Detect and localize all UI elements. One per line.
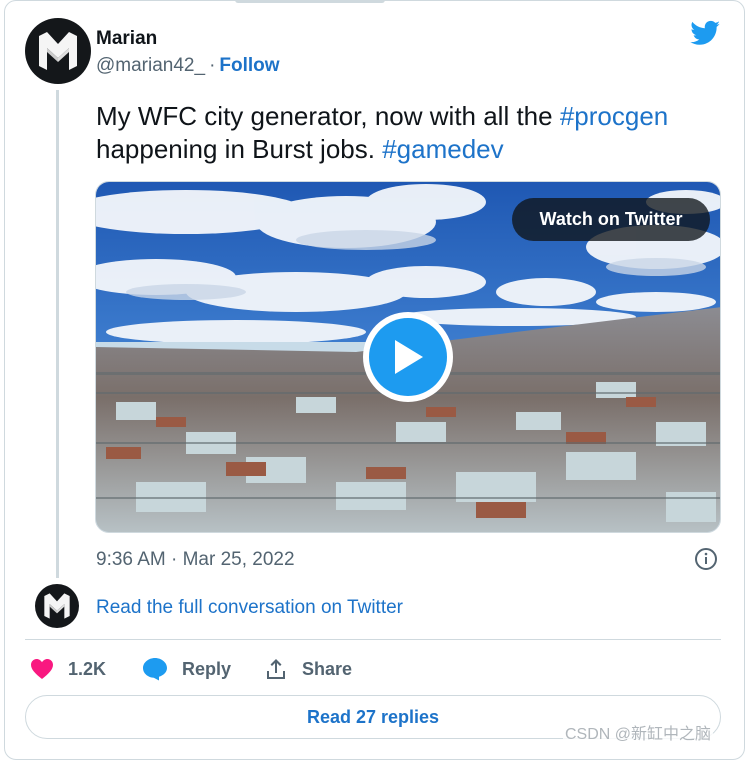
m-logo-icon — [44, 593, 70, 619]
watermark: CSDN @新缸中之脑 — [563, 720, 714, 744]
hashtag-procgen[interactable]: #procgen — [560, 101, 668, 131]
hashtag-gamedev[interactable]: #gamedev — [382, 134, 503, 164]
author-handle-row: @marian42_ · Follow — [96, 55, 280, 77]
like-button[interactable]: 1.2K — [30, 655, 106, 683]
likes-count: 1.2K — [68, 658, 107, 679]
share-button[interactable]: Share — [264, 655, 352, 683]
reply-bubble-icon — [143, 658, 167, 681]
author-avatar-small[interactable] — [35, 584, 79, 628]
m-logo-icon — [39, 32, 77, 70]
heart-icon — [31, 659, 53, 679]
play-button-inner — [369, 318, 447, 396]
read-full-conversation-link[interactable]: Read the full conversation on Twitter — [96, 597, 403, 619]
follow-button[interactable]: Follow — [219, 55, 279, 76]
reply-label: Reply — [182, 658, 232, 679]
divider — [25, 639, 721, 640]
separator-dot: · — [209, 55, 216, 76]
reply-button[interactable]: Reply — [142, 655, 231, 683]
tweet-text-line2: happening in Burst jobs. — [96, 134, 383, 164]
play-button[interactable] — [363, 312, 453, 402]
thread-line — [56, 90, 59, 578]
share-icon — [267, 659, 285, 679]
author-display-name[interactable]: Marian — [96, 28, 157, 50]
twitter-bird-icon[interactable] — [689, 18, 722, 48]
tweet-text-line1: My WFC city generator, now with all the — [96, 101, 560, 131]
author-handle[interactable]: @marian42_ — [96, 55, 205, 76]
watch-on-twitter-button[interactable]: Watch on Twitter — [512, 198, 710, 241]
tweet-timestamp[interactable]: 9:36 AM · Mar 25, 2022 — [96, 549, 295, 571]
video-thumbnail[interactable]: Watch on Twitter — [95, 181, 721, 533]
share-label: Share — [302, 658, 353, 679]
tweet-text: My WFC city generator, now with all the … — [96, 100, 716, 166]
info-icon[interactable] — [694, 547, 718, 571]
author-avatar[interactable] — [25, 18, 91, 84]
card-top-tab — [235, 0, 385, 3]
play-icon — [395, 340, 423, 374]
